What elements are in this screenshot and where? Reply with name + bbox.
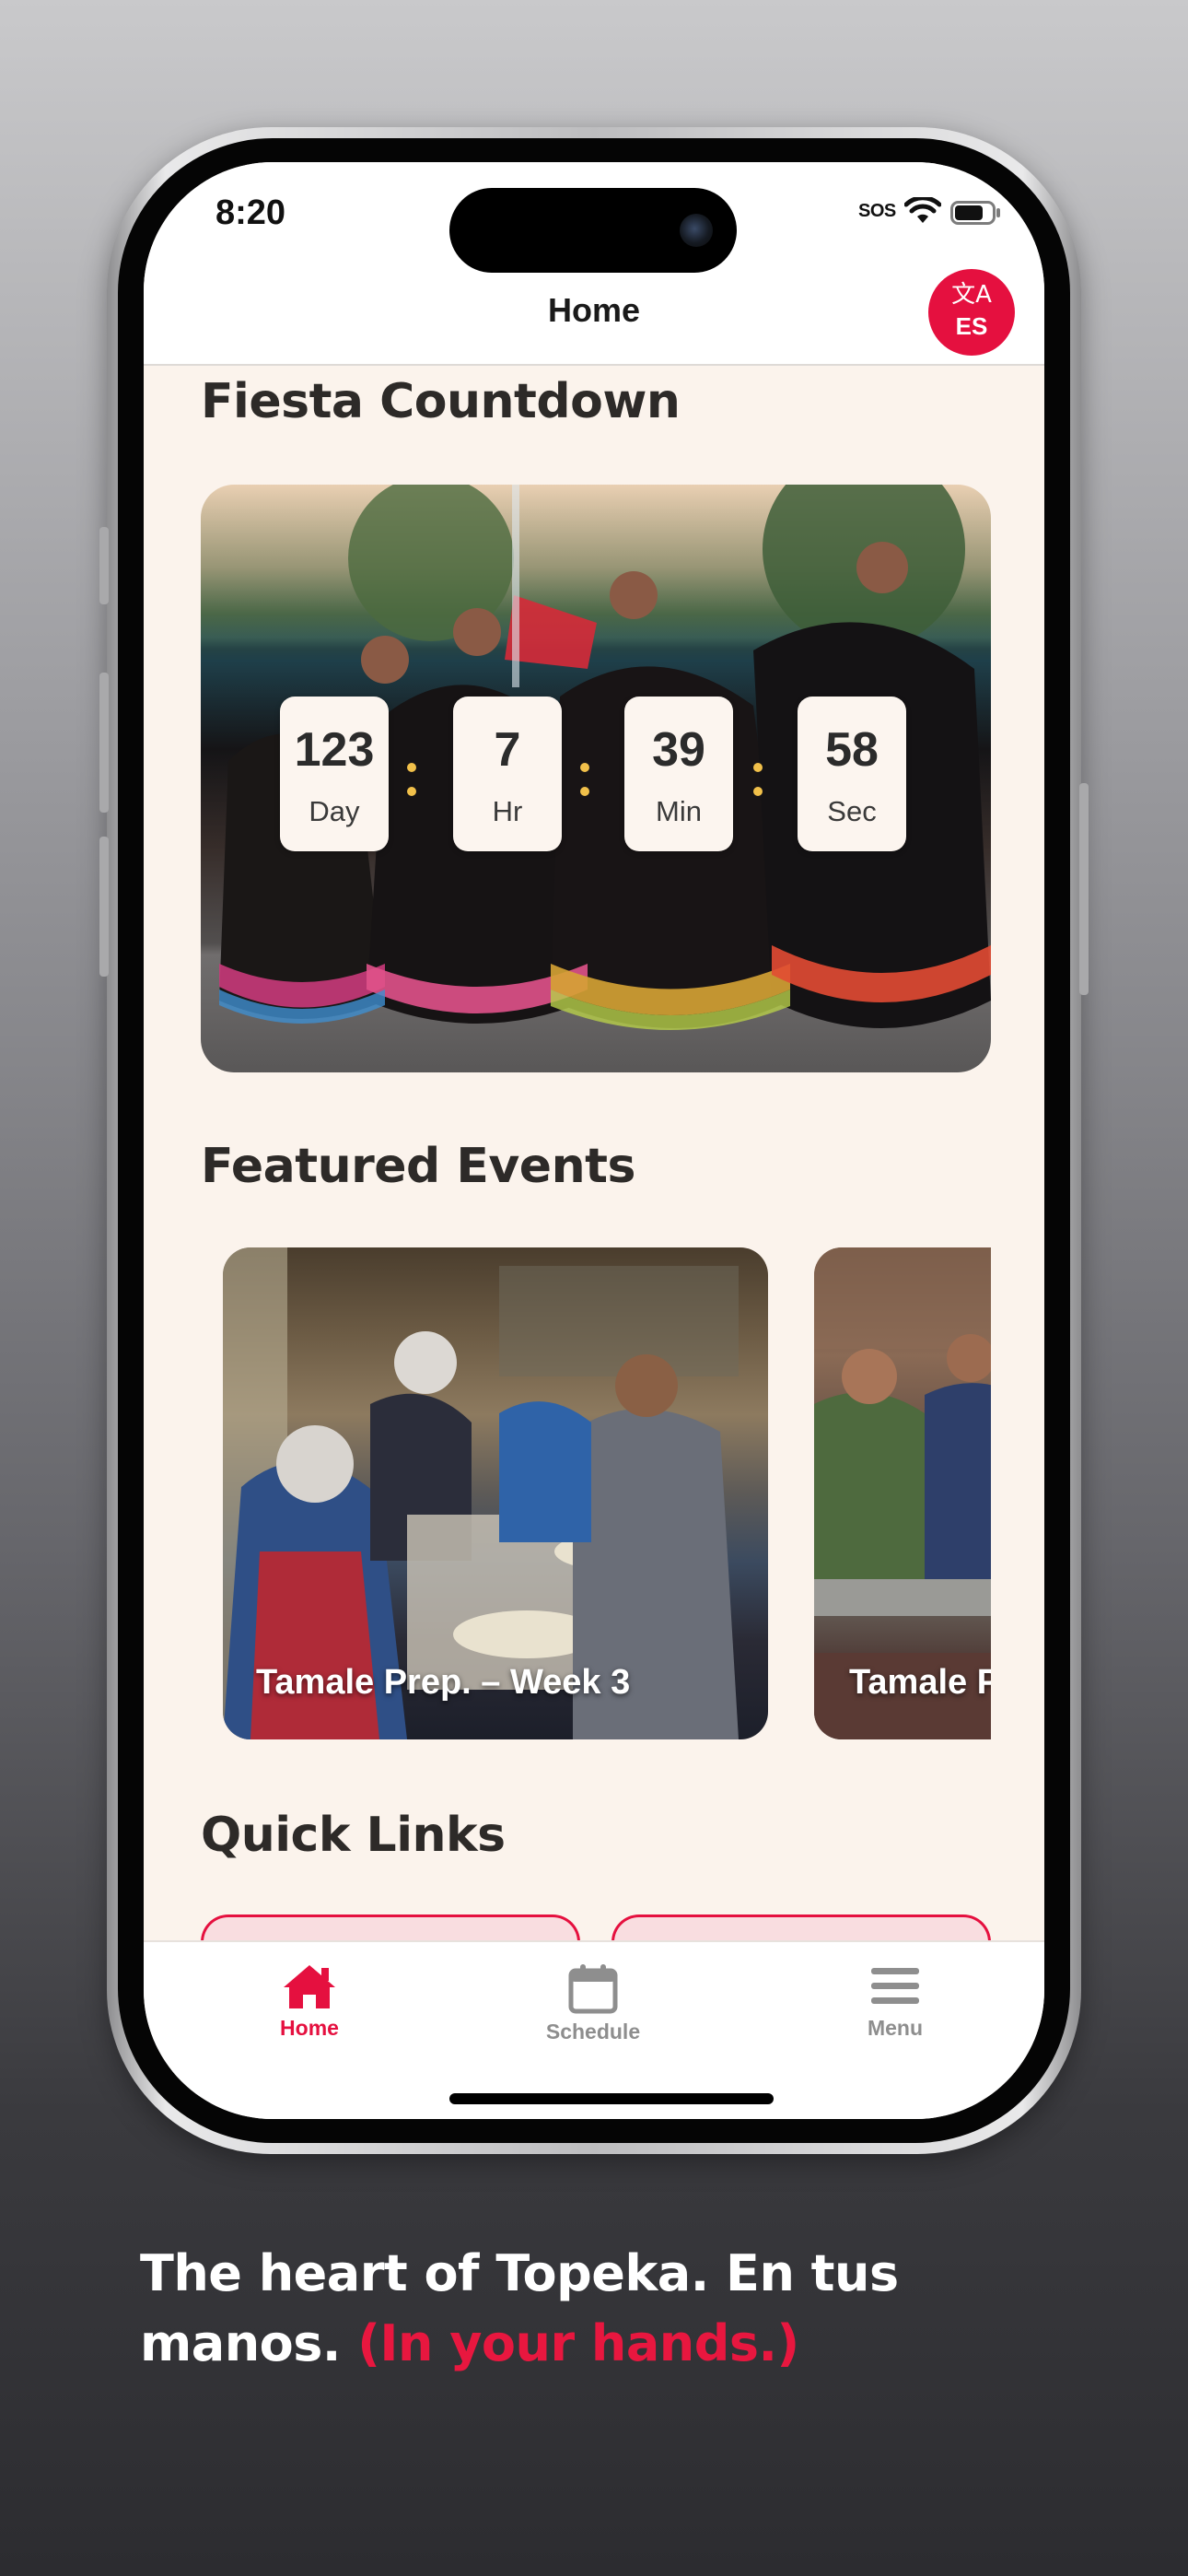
page-title: Home — [547, 291, 641, 329]
countdown-minutes-label: Min — [656, 795, 702, 827]
section-title-quick-links: Quick Links — [201, 1808, 506, 1863]
tab-label: Menu — [867, 2016, 924, 2040]
sos-indicator: SOS — [858, 201, 896, 221]
event-title: Tamale Prep. – Week 4 — [849, 1663, 991, 1702]
section-title-featured-events: Featured Events — [201, 1139, 635, 1194]
wifi-icon — [904, 197, 941, 223]
tagline-line-2: manos. (In your hands.) — [140, 2309, 1061, 2379]
volume-up-button — [99, 673, 109, 813]
tab-home[interactable]: Home — [217, 1962, 402, 2041]
phone-screen: 8:20 SOS Home 文A ES Fiesta Countdown 123… — [144, 162, 1044, 2119]
status-bar: 8:20 SOS Home 文A ES — [144, 162, 1044, 365]
event-title: Tamale Prep. – Week 3 — [256, 1663, 631, 1702]
header-divider — [144, 364, 1044, 366]
volume-down-button — [99, 837, 109, 977]
power-button — [1079, 783, 1089, 995]
camera-icon — [680, 214, 713, 247]
tab-menu[interactable]: Menu — [803, 1962, 987, 2041]
calendar-icon — [568, 1964, 618, 2014]
countdown-separator — [580, 763, 589, 800]
countdown-seconds-label: Sec — [827, 795, 877, 827]
countdown-separator — [753, 763, 763, 800]
tab-label: Home — [280, 2016, 339, 2040]
event-card[interactable]: Tamale Prep. – Week 3 — [223, 1247, 768, 1739]
event-card[interactable]: Tamale Prep. – Week 4 — [814, 1247, 991, 1739]
action-button — [99, 527, 109, 604]
countdown-hero-card: 123 Day 7 Hr 39 Min 58 Sec — [201, 485, 991, 1072]
language-code: ES — [955, 312, 988, 340]
tab-label: Schedule — [545, 2020, 641, 2043]
countdown-separator — [407, 763, 416, 800]
tagline: The heart of Topeka. En tus manos. (In y… — [140, 2239, 1061, 2379]
countdown-seconds: 58 Sec — [798, 697, 906, 851]
home-indicator[interactable] — [449, 2093, 774, 2104]
countdown-days-label: Day — [309, 795, 360, 827]
tagline-line-1: The heart of Topeka. En tus — [140, 2244, 899, 2302]
countdown-hours-value: 7 — [494, 723, 521, 777]
home-icon — [284, 1965, 335, 2008]
featured-events-carousel[interactable]: Tamale Prep. – Week 3 Tamale Prep. – Wee… — [201, 1247, 991, 1741]
countdown-minutes: 39 Min — [624, 697, 733, 851]
tab-schedule[interactable]: Schedule — [501, 1962, 685, 2044]
countdown-minutes-value: 39 — [652, 723, 705, 777]
section-title-countdown: Fiesta Countdown — [201, 374, 681, 429]
language-toggle-button[interactable]: 文A ES — [928, 269, 1015, 356]
translate-icon: 文A — [951, 281, 992, 309]
tab-bar: Home Schedule Menu — [144, 1940, 1044, 2119]
hamburger-menu-icon — [871, 1968, 919, 2004]
battery-icon — [950, 201, 1000, 225]
countdown-hours-label: Hr — [492, 795, 523, 827]
tagline-accent: (In your hands.) — [357, 2314, 799, 2372]
dynamic-island — [449, 188, 737, 273]
status-time: 8:20 — [215, 193, 286, 232]
countdown-seconds-value: 58 — [825, 723, 879, 777]
countdown-hours: 7 Hr — [453, 697, 562, 851]
countdown-days-value: 123 — [294, 723, 375, 777]
countdown-days: 123 Day — [280, 697, 389, 851]
tagline-main: manos. — [140, 2314, 341, 2372]
